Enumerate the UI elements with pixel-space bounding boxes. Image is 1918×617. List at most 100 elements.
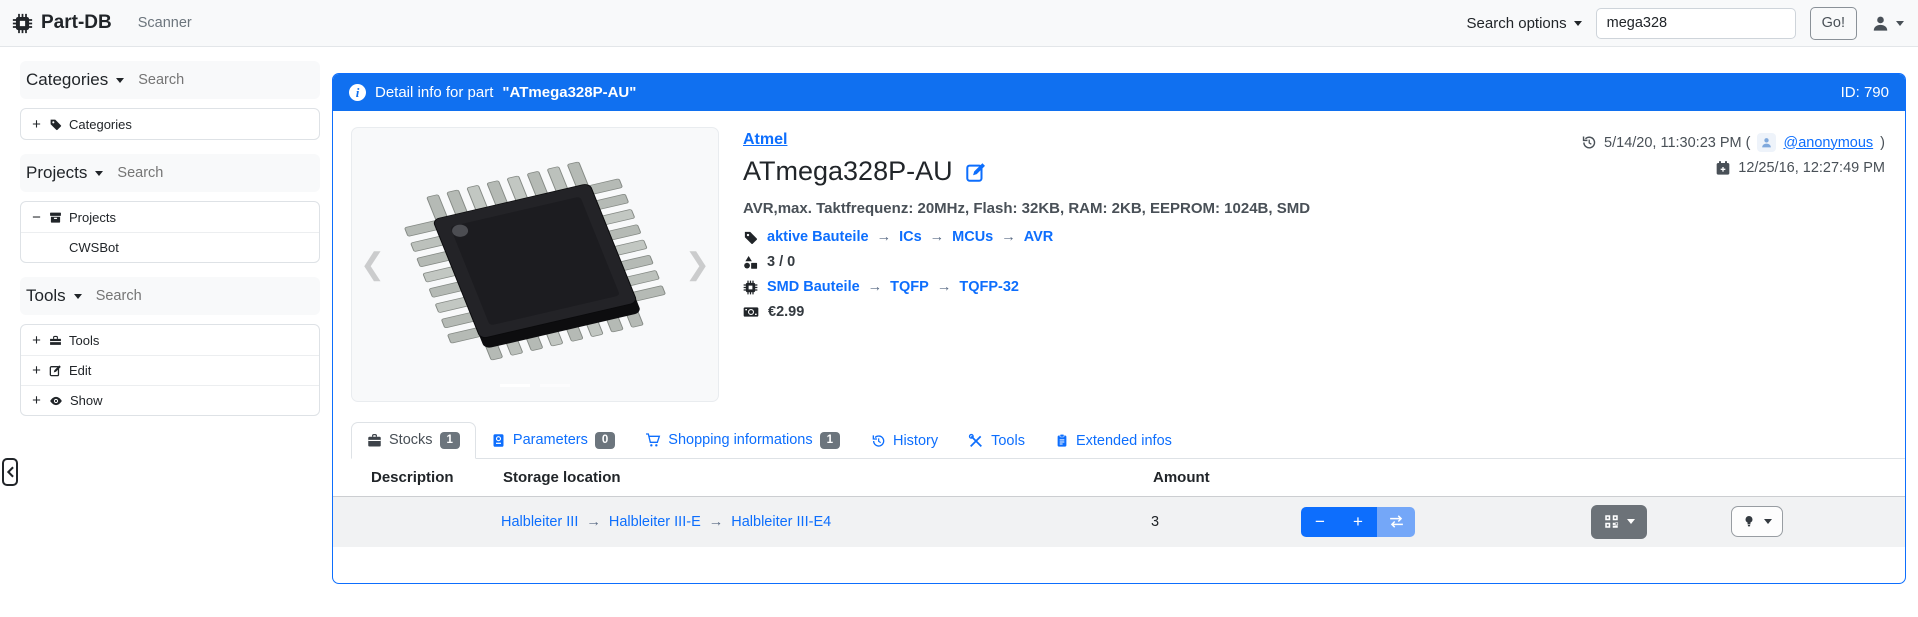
search-options-dropdown[interactable]: Search options (1467, 15, 1582, 32)
card-title-prefix: Detail info for part (375, 84, 493, 101)
money-bill-icon (743, 304, 759, 320)
footprint-link[interactable]: TQFP-32 (959, 279, 1019, 295)
box-archive-icon (49, 211, 62, 224)
qr-code-icon (1604, 514, 1619, 529)
tree-item-categories[interactable]: + Categories (21, 109, 319, 139)
label-qr-dropdown-button[interactable] (1591, 505, 1647, 539)
cart-icon (645, 432, 661, 448)
tree-item-label: Show (70, 393, 103, 408)
projects-dropdown[interactable]: Projects (26, 163, 103, 183)
category-link[interactable]: ICs (899, 229, 944, 245)
expand-icon[interactable]: + (31, 116, 42, 133)
swap-arrows-icon (1388, 514, 1405, 529)
expand-icon[interactable]: + (31, 332, 42, 349)
global-search-input[interactable] (1596, 8, 1796, 39)
caret-down-icon (1896, 21, 1904, 26)
history-icon (870, 433, 886, 449)
stock-amount: 3 / 0 (767, 254, 795, 270)
tab-tools[interactable]: Tools (953, 424, 1040, 458)
carousel-dash[interactable] (540, 384, 570, 387)
tab-label: Extended infos (1076, 433, 1172, 449)
tab-label: Stocks (389, 432, 433, 448)
tree-item-show[interactable]: + Show (21, 385, 319, 415)
tab-parameters[interactable]: Parameters 0 (476, 423, 630, 458)
info-circle-icon: i (349, 84, 366, 101)
manufacturer-link[interactable]: Atmel (743, 131, 787, 149)
tab-label: Shopping informations (668, 432, 812, 448)
caret-down-icon (95, 171, 103, 176)
move-stock-button[interactable] (1377, 507, 1415, 537)
carousel-prev-icon[interactable]: ❮ (360, 250, 385, 280)
sidebar-collapse-button[interactable] (2, 458, 18, 486)
tree-item-projects[interactable]: − Projects (21, 202, 319, 232)
paren-close: ) (1880, 135, 1885, 151)
tree-item-cwsbot[interactable]: CWSBot (21, 232, 319, 262)
projects-title: Projects (26, 163, 87, 183)
storage-location-link[interactable]: Halbleiter III-E4 (731, 514, 831, 530)
part-image-carousel[interactable]: ❮ ❯ (351, 127, 719, 402)
chevron-left-icon (6, 466, 15, 478)
user-menu-button[interactable] (1871, 14, 1904, 33)
tab-badge: 0 (595, 432, 615, 449)
stocks-table: Description Storage location Amount Halb… (333, 459, 1905, 547)
app-brand[interactable]: Part-DB (12, 12, 112, 34)
tab-label: Parameters (513, 432, 588, 448)
tab-history[interactable]: History (855, 424, 953, 458)
stock-quantity-controls: − + (1301, 507, 1591, 537)
parameters-icon (491, 433, 506, 448)
edit-part-icon[interactable] (965, 161, 987, 183)
part-detail-card: i Detail info for part "ATmega328P-AU" I… (332, 73, 1906, 584)
table-row: Halbleiter III Halbleiter III-E Halbleit… (333, 497, 1905, 547)
sidebar-header-categories: Categories (20, 61, 320, 99)
sidebar-header-tools: Tools (20, 277, 320, 315)
tag-icon (49, 118, 62, 131)
tools-search-input[interactable] (96, 288, 246, 304)
expand-icon[interactable]: + (31, 392, 42, 409)
lightbulb-icon (1742, 514, 1756, 529)
footprint-breadcrumb: SMD Bauteile TQFP TQFP-32 (767, 279, 1019, 295)
modified-user-link[interactable]: @anonymous (1783, 135, 1873, 151)
tab-badge: 1 (440, 432, 460, 449)
add-stock-button[interactable]: + (1339, 507, 1377, 537)
tab-stocks[interactable]: Stocks 1 (351, 422, 476, 459)
category-link[interactable]: AVR (1024, 229, 1054, 245)
carousel-dash[interactable] (500, 384, 530, 387)
footprint-link[interactable]: TQFP (890, 279, 951, 295)
expand-icon[interactable]: + (31, 362, 42, 379)
carousel-indicators[interactable] (500, 384, 570, 387)
part-image-chip (352, 128, 718, 401)
tab-label: History (893, 433, 938, 449)
projects-search-input[interactable] (117, 165, 267, 181)
collapse-minus-icon[interactable]: − (31, 209, 42, 226)
caret-down-icon (74, 294, 82, 299)
nav-link-scanner[interactable]: Scanner (138, 15, 192, 31)
tree-item-edit[interactable]: + Edit (21, 355, 319, 385)
tools-dropdown[interactable]: Tools (26, 286, 82, 306)
created-timestamp: 12/25/16, 12:27:49 PM (1738, 160, 1885, 176)
tab-shopping-informations[interactable]: Shopping informations 1 (630, 423, 855, 458)
tab-extended-infos[interactable]: Extended infos (1040, 424, 1187, 458)
storage-location-link[interactable]: Halbleiter III (501, 514, 601, 530)
search-go-button[interactable]: Go! (1810, 7, 1857, 40)
footprint-link[interactable]: SMD Bauteile (767, 279, 882, 295)
table-header-row: Description Storage location Amount (333, 459, 1905, 497)
categories-tree: + Categories (20, 108, 320, 140)
cell-amount: 3 (1151, 514, 1301, 530)
category-link[interactable]: aktive Bauteile (767, 229, 891, 245)
caret-down-icon (1574, 21, 1582, 26)
eye-icon (49, 394, 63, 408)
storage-location-link[interactable]: Halbleiter III-E (609, 514, 723, 530)
category-link[interactable]: MCUs (952, 229, 1016, 245)
sidebar: Categories + Categories Projects (20, 61, 320, 430)
part-meta: 5/14/20, 11:30:23 PM ( @anonymous ) (1580, 127, 1889, 402)
carousel-next-icon[interactable]: ❯ (685, 250, 710, 280)
sidebar-header-projects: Projects (20, 154, 320, 192)
categories-search-input[interactable] (138, 72, 288, 88)
led-locate-dropdown-button[interactable] (1731, 506, 1783, 537)
caret-down-icon (1627, 519, 1635, 524)
withdraw-stock-button[interactable]: − (1301, 507, 1339, 537)
box-icon (367, 433, 382, 448)
categories-dropdown[interactable]: Categories (26, 70, 124, 90)
pen-square-icon (49, 364, 62, 377)
tree-item-tools[interactable]: + Tools (21, 325, 319, 355)
